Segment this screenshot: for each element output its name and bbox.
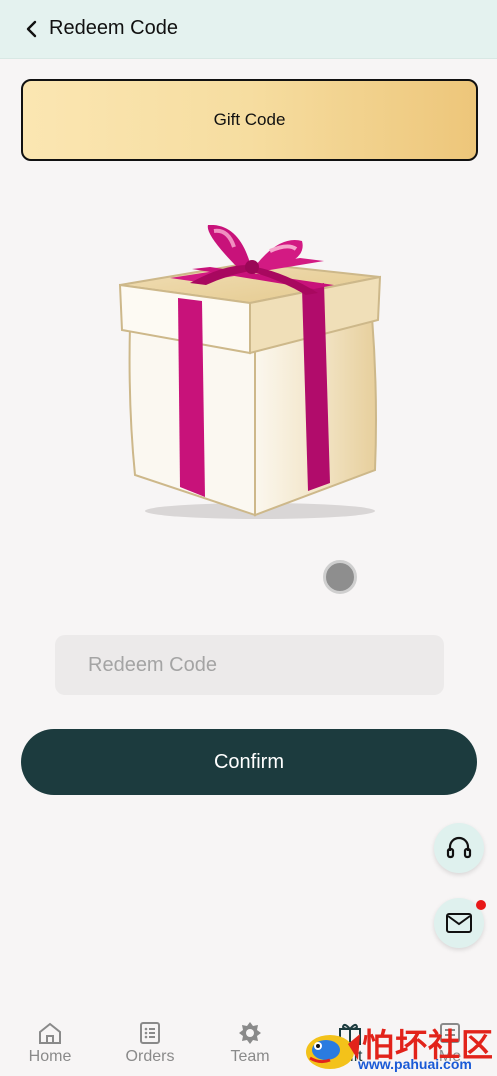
redeem-code-input[interactable] bbox=[55, 635, 444, 695]
header-bar: Redeem Code bbox=[0, 0, 497, 59]
tab-orders-label: Orders bbox=[125, 1048, 175, 1065]
home-icon bbox=[39, 1022, 61, 1044]
chevron-left-icon bbox=[26, 20, 37, 38]
confirm-button[interactable]: Confirm bbox=[21, 729, 477, 795]
page-title: Redeem Code bbox=[49, 17, 178, 39]
tab-team-label: Team bbox=[230, 1048, 270, 1065]
watermark: 怕坏社区 www.pahuai.com bbox=[300, 1020, 497, 1076]
fish-logo-icon bbox=[306, 1034, 360, 1069]
toggle-dot[interactable] bbox=[323, 560, 357, 594]
gift-box-illustration bbox=[118, 225, 382, 519]
team-icon bbox=[239, 1022, 261, 1044]
customer-support-button[interactable] bbox=[434, 823, 484, 873]
confirm-button-label: Confirm bbox=[213, 750, 284, 773]
gift-code-tab-label: Gift Code bbox=[213, 110, 286, 129]
mail-icon bbox=[446, 913, 472, 933]
watermark-url: www.pahuai.com bbox=[358, 1056, 472, 1072]
notification-badge bbox=[476, 900, 486, 910]
orders-icon bbox=[140, 1022, 160, 1044]
tab-team[interactable]: Team bbox=[210, 1020, 290, 1076]
tab-home-label: Home bbox=[28, 1048, 72, 1065]
gift-code-tab[interactable]: Gift Code bbox=[21, 79, 478, 161]
back-button[interactable] bbox=[18, 14, 46, 44]
tab-home[interactable]: Home bbox=[10, 1020, 90, 1076]
headset-icon bbox=[446, 836, 472, 859]
tab-orders[interactable]: Orders bbox=[110, 1020, 190, 1076]
